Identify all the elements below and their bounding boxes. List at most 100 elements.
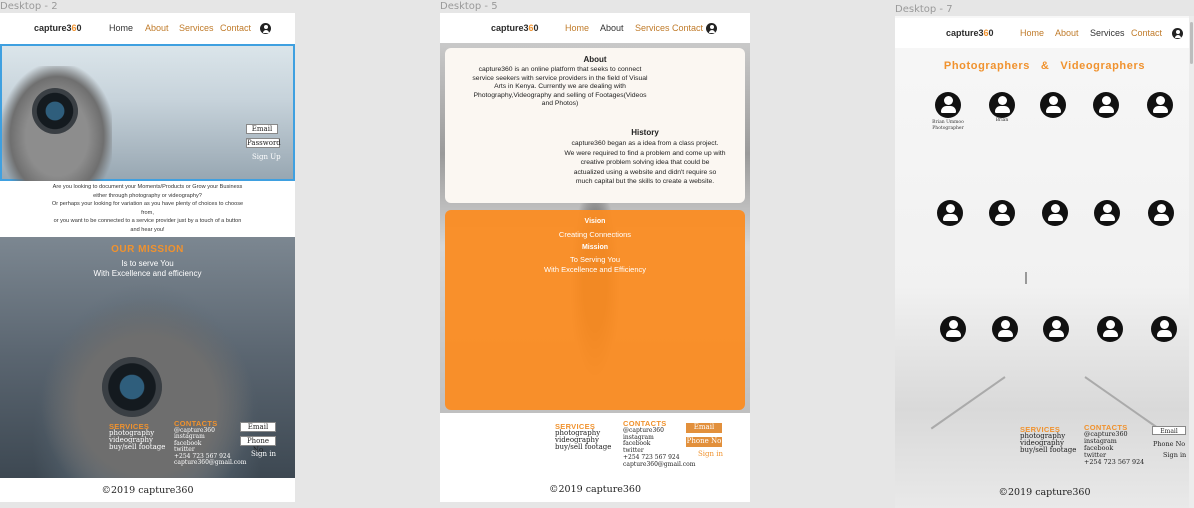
copyright: ©2019 capture360 — [998, 487, 1091, 498]
mission-line-2: With Excellence and efficiency — [93, 269, 202, 278]
contact-item[interactable]: capture360@gmail.com — [174, 459, 246, 467]
nav-contact[interactable]: Contact — [220, 23, 251, 33]
contact-item[interactable]: capture360@gmail.com — [623, 461, 695, 469]
nav-services[interactable]: Services — [635, 23, 670, 33]
footer-signin-button[interactable]: Sign in — [1163, 451, 1186, 459]
avatar-icon[interactable] — [989, 200, 1015, 226]
history-line: much capital but the skills to create a … — [575, 178, 715, 186]
history-line: actualized using a website and didn't re… — [573, 168, 717, 176]
avatar-icon[interactable] — [1148, 200, 1174, 226]
avatar-icon[interactable] — [1097, 316, 1123, 342]
avatar-icon[interactable] — [1040, 92, 1066, 118]
intro-line: Or perhaps your looking for variation as… — [51, 201, 244, 208]
page-heading: Photographers & Videographers — [943, 60, 1146, 72]
navbar: capture360 Home About Services Contact — [0, 13, 295, 43]
footer: SERVICES photography videography buy/sel… — [440, 413, 750, 502]
vision-mission-panel: Vision Creating Connections Mission To S… — [445, 210, 745, 410]
mission-title: OUR MISSION — [111, 244, 184, 255]
scrollbar-track[interactable] — [1189, 16, 1194, 508]
avatar-icon[interactable] — [937, 200, 963, 226]
email-field[interactable]: Email — [246, 124, 278, 134]
user-icon[interactable] — [706, 23, 717, 34]
avatar-icon[interactable] — [1151, 316, 1177, 342]
avatar-icon[interactable] — [1042, 200, 1068, 226]
mission-line-2: With Excellence and Efficiency — [544, 265, 646, 274]
footer-email-field[interactable]: Email — [1152, 426, 1186, 435]
intro-line: Are you looking to document your Moments… — [52, 184, 243, 190]
about-title: About — [583, 55, 607, 64]
service-item[interactable]: buy/sell footage — [555, 444, 611, 451]
nav-home[interactable]: Home — [565, 23, 589, 33]
copyright: ©2019 capture360 — [549, 484, 641, 495]
frame-desktop-7: capture360 Home About Services Contact P… — [895, 16, 1194, 508]
avatar-icon[interactable] — [1094, 200, 1120, 226]
frame-label-desktop-2: Desktop - 2 — [0, 1, 58, 12]
nav-about[interactable]: About — [1055, 28, 1079, 38]
text-cursor — [1025, 272, 1027, 284]
footer-email-field[interactable]: Email — [686, 423, 722, 433]
logo[interactable]: capture360 — [491, 23, 539, 33]
nav-services[interactable]: Services — [179, 23, 214, 33]
about-line: capture360 is an online platform that se… — [478, 66, 642, 73]
vision-title: Vision — [584, 218, 606, 225]
avatar-icon[interactable] — [1043, 316, 1069, 342]
frame-desktop-5: capture360 Home About Services Contact A… — [440, 13, 750, 502]
password-field[interactable]: Password — [246, 138, 281, 148]
hero-image: Email Password Sign Up — [0, 44, 295, 183]
caption-role: Photographer — [932, 125, 964, 131]
logo[interactable]: capture360 — [946, 28, 994, 38]
footer-signin-button[interactable]: Sign in — [698, 450, 723, 458]
history-line: We were required to find a problem and c… — [564, 149, 726, 157]
nav-about[interactable]: About — [145, 23, 169, 33]
vision-text: Creating Connections — [558, 230, 632, 239]
mission-section: OUR MISSION Is to serve You With Excelle… — [0, 237, 295, 478]
about-card: About capture360 is an online platform t… — [445, 48, 745, 203]
about-line: service seekers with service providers i… — [472, 74, 648, 82]
history-title: History — [631, 128, 659, 137]
about-line: Arts in Kenya. Currently we are dealing … — [494, 83, 626, 91]
signup-button[interactable]: Sign Up — [252, 153, 281, 161]
history-line: creative problem solving idea that could… — [580, 159, 710, 167]
footer-phone-field[interactable]: Phone No — [240, 436, 276, 454]
frame-desktop-2: capture360 Home About Services Contact E… — [0, 13, 295, 502]
avatar-icon[interactable] — [935, 92, 961, 118]
nav-home[interactable]: Home — [109, 23, 133, 33]
avatar-icon[interactable] — [1093, 92, 1119, 118]
navbar: capture360 Home About Services Contact — [440, 13, 750, 43]
logo[interactable]: capture360 — [34, 23, 82, 33]
avatar-icon[interactable] — [1147, 92, 1173, 118]
avatar-icon[interactable] — [989, 92, 1015, 118]
scrollbar-thumb[interactable] — [1190, 22, 1193, 64]
nav-services[interactable]: Services — [1090, 28, 1125, 38]
about-text: capture360 is an online platform that se… — [445, 66, 675, 109]
footer-phone-field[interactable]: Phone No — [686, 437, 722, 447]
mission-title: Mission — [581, 244, 609, 251]
pier-line — [1084, 376, 1160, 430]
service-item[interactable]: buy/sell footage — [109, 444, 165, 451]
nav-about[interactable]: About — [600, 23, 624, 33]
user-icon[interactable] — [1172, 28, 1183, 39]
intro-line: or you want to be connected to a service… — [53, 218, 242, 225]
nav-contact[interactable]: Contact — [672, 23, 703, 33]
service-item[interactable]: buy/sell footage — [1020, 447, 1076, 454]
avatar-icon[interactable] — [992, 316, 1018, 342]
history-line: capture360 began as a idea from a class … — [571, 140, 719, 147]
avatar-caption: Brian Ummoo Photographer — [925, 120, 971, 131]
mission-line-1: To Serving You — [569, 255, 621, 264]
footer-phone-field[interactable]: Phone No — [1153, 440, 1185, 448]
pier-line — [930, 376, 1006, 430]
footer-email-field[interactable]: Email — [240, 422, 276, 432]
contact-item[interactable]: +254 723 567 924 — [1084, 459, 1144, 466]
camera-lens — [32, 88, 78, 134]
user-icon[interactable] — [260, 23, 271, 34]
mission-line-1: Is to serve You — [121, 259, 174, 268]
intro-line: either through photography or videograph… — [93, 192, 202, 199]
frame-label-desktop-7: Desktop - 7 — [895, 4, 953, 15]
footer-signin-button[interactable]: Sign in — [251, 450, 276, 458]
nav-home[interactable]: Home — [1020, 28, 1044, 38]
services-column: SERVICES photography videography buy/sel… — [1020, 426, 1076, 454]
avatar-icon[interactable] — [940, 316, 966, 342]
services-column: SERVICES photography videography buy/sel… — [109, 423, 165, 451]
contacts-column: CONTACTS @capture360 instagram facebook … — [174, 420, 246, 467]
nav-contact[interactable]: Contact — [1131, 28, 1162, 38]
